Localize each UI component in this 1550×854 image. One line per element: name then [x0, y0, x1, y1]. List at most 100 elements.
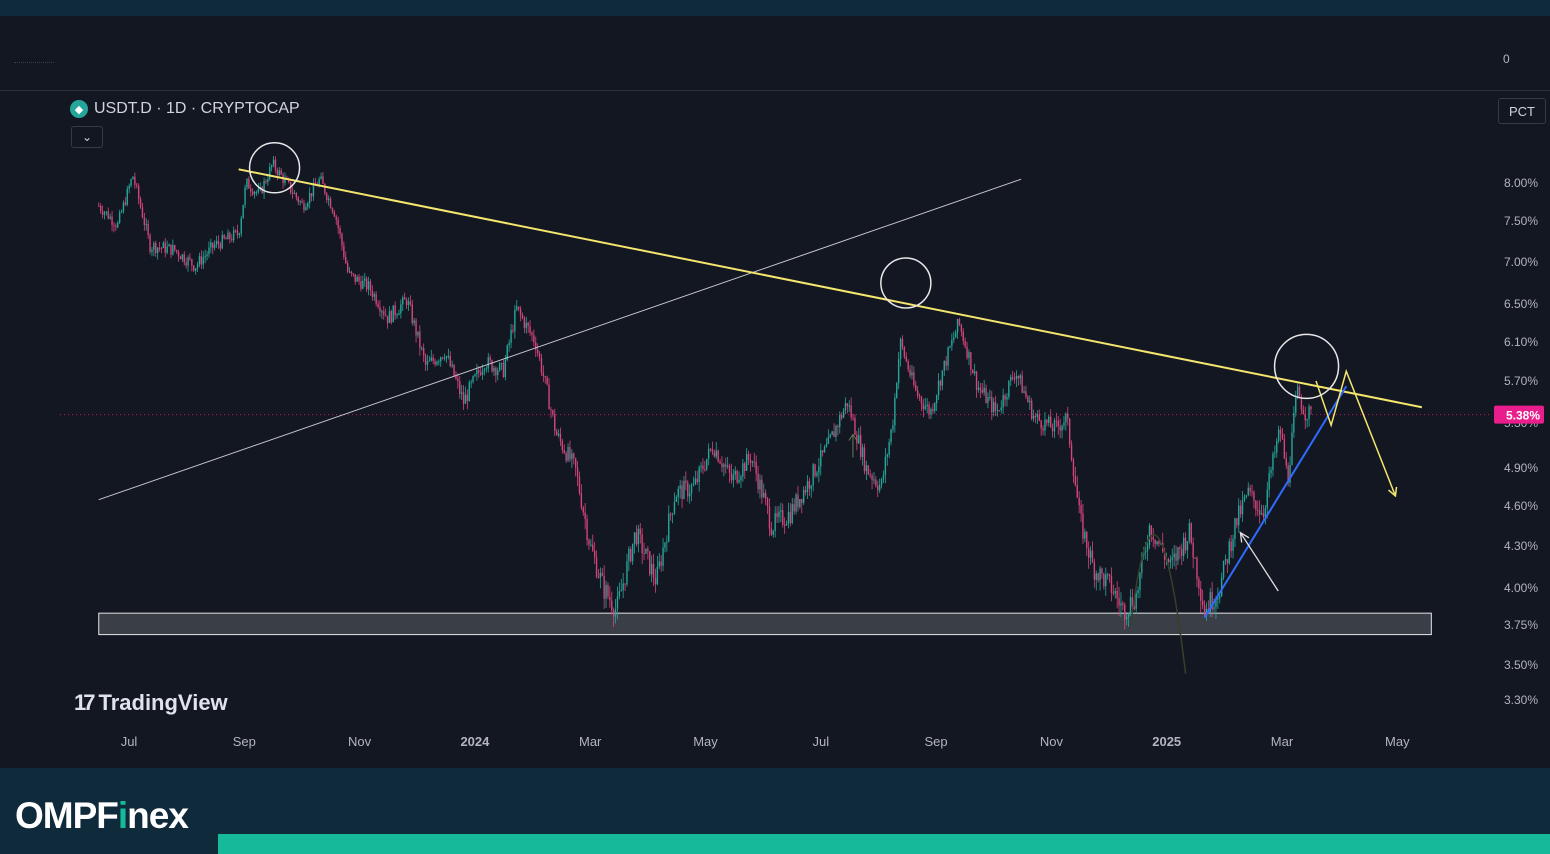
candle-body: [502, 363, 505, 377]
candle-body: [364, 278, 366, 281]
candle-body: [101, 210, 104, 215]
candle-body: [204, 255, 206, 258]
collapse-legend-button[interactable]: ⌄: [71, 126, 103, 148]
candle-body: [609, 596, 611, 601]
candle-body: [548, 384, 550, 410]
candle-body: [143, 217, 146, 226]
candle-body: [339, 227, 341, 234]
candle-body: [766, 498, 769, 507]
candle-body: [1200, 588, 1202, 601]
candle-body: [1283, 439, 1286, 459]
candle-body: [1015, 375, 1018, 380]
candle-body: [1006, 397, 1008, 400]
candle-body: [1061, 425, 1063, 431]
candle-body: [626, 561, 628, 585]
candle-body: [498, 363, 501, 371]
candle-body: [516, 306, 518, 310]
candle-body: [1156, 541, 1158, 544]
candle-body: [605, 584, 607, 599]
symbol-legend[interactable]: ◆ USDT.D · 1D · CRYPTOCAP: [70, 100, 300, 118]
candle-body: [324, 183, 326, 194]
candle-body: [155, 243, 157, 254]
candle-body: [791, 504, 793, 523]
candle-body: [747, 453, 750, 460]
candle-body: [533, 334, 535, 343]
candle-body: [219, 244, 222, 249]
candle-body: [1238, 505, 1240, 526]
candle-body: [664, 542, 666, 548]
candle-body: [384, 314, 387, 316]
candle-body: [1108, 574, 1111, 576]
candle-body: [793, 504, 795, 512]
candle-body: [666, 541, 668, 543]
candle-body: [1281, 433, 1284, 440]
candle-body: [396, 314, 398, 316]
candle-body: [943, 360, 945, 371]
candle-body: [1224, 559, 1227, 561]
pointer-arrow-line[interactable]: [1239, 532, 1279, 592]
candle-body: [854, 418, 856, 435]
candle-body: [639, 528, 641, 535]
candle-body: [592, 544, 594, 551]
candle-body: [250, 188, 252, 192]
candle-body: [656, 566, 659, 585]
candle-body: [403, 297, 406, 300]
candle-body: [831, 431, 833, 435]
candle-body: [947, 347, 949, 366]
candle-body: [702, 465, 704, 470]
candle-body: [255, 191, 258, 193]
candle-body: [1262, 513, 1265, 517]
candle-body: [991, 396, 993, 413]
candle-body: [153, 243, 155, 250]
candle-body: [424, 355, 427, 365]
candle-body: [761, 479, 763, 498]
candle-body: [156, 247, 159, 254]
candle-body: [614, 608, 617, 617]
candle-body: [706, 458, 708, 470]
candle-body: [1226, 559, 1229, 564]
candle-body: [500, 363, 503, 365]
candle-body: [945, 360, 947, 366]
support-zone-rect[interactable]: [98, 612, 1432, 636]
candle-body: [821, 450, 824, 453]
candle-body: [407, 301, 410, 306]
candle-body: [687, 482, 689, 497]
candle-body: [1057, 420, 1059, 427]
price-chart[interactable]: 8.00%7.50%7.00%6.50%6.10%5.70%5.30%4.90%…: [0, 0, 1550, 854]
candle-body: [225, 238, 227, 240]
candle-body: [523, 318, 526, 329]
touch-point-circle[interactable]: [880, 257, 932, 309]
touch-point-circle[interactable]: [1273, 333, 1340, 400]
uptrend-line[interactable]: [1203, 385, 1348, 619]
candle-body: [242, 204, 244, 219]
candle-body: [1182, 537, 1185, 557]
touch-point-circle[interactable]: [248, 142, 301, 194]
candle-body: [1125, 617, 1128, 620]
candle-body: [432, 357, 434, 362]
candle-body: [1097, 573, 1099, 581]
candle-body: [269, 167, 271, 180]
candle-body: [1070, 444, 1073, 460]
candle-body: [426, 361, 429, 365]
candle-body: [177, 251, 180, 257]
candle-body: [1084, 531, 1086, 539]
candle-body: [419, 331, 421, 348]
candle-body: [611, 600, 613, 611]
y-tick-label: 3.75%: [1504, 618, 1538, 632]
candle-body: [660, 561, 662, 566]
candle-body: [1295, 397, 1297, 413]
candle-body: [911, 372, 913, 376]
candle-body: [327, 198, 330, 201]
candle-body: [734, 470, 736, 475]
pct-scale-button[interactable]: PCT: [1498, 98, 1546, 124]
candle-body: [897, 359, 900, 384]
x-tick-label: Mar: [579, 734, 602, 749]
candle-body: [168, 244, 170, 247]
descending-resistance-line[interactable]: [238, 168, 1423, 409]
candle-body: [538, 353, 541, 358]
candle-body: [715, 450, 717, 457]
candle-body: [1116, 590, 1118, 599]
candle-body: [1266, 489, 1268, 509]
candle-body: [635, 532, 638, 545]
candle-body: [1105, 574, 1107, 587]
